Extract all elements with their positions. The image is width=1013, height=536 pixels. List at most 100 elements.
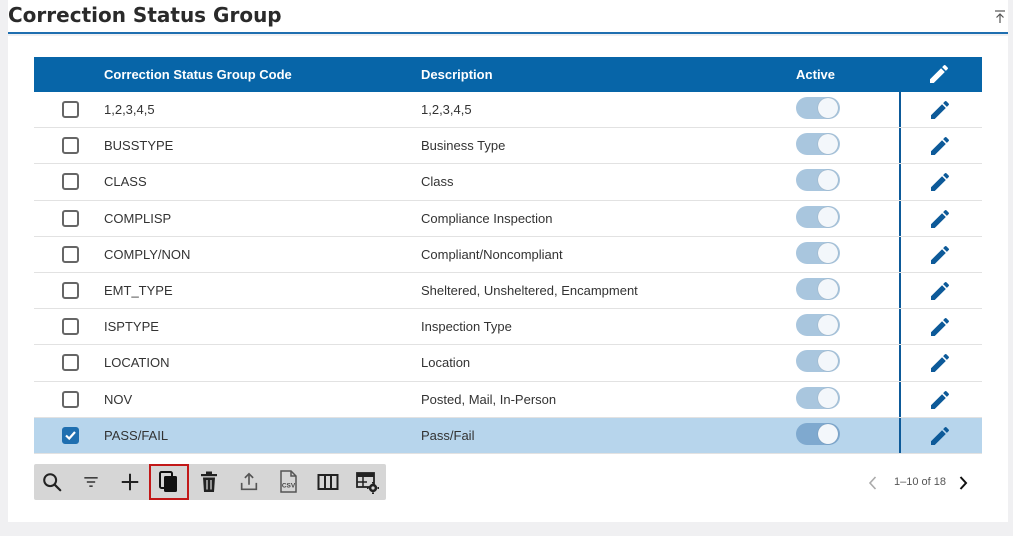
columns-button[interactable] [310,466,346,498]
active-toggle[interactable] [796,422,840,445]
column-divider [899,381,901,417]
row-description: Compliant/Noncompliant [421,246,563,262]
content-panel: Correction Status Group Code Description… [8,36,1008,522]
row-description: Business Type [421,138,506,154]
row-description: 1,2,3,4,5 [421,102,472,117]
row-description: Sheltered, Unsheltered, Encampment [421,282,638,298]
column-header-code[interactable]: Correction Status Group Code [104,67,292,82]
pencil-icon[interactable] [928,279,952,303]
pencil-icon[interactable] [928,243,952,267]
column-divider [899,272,901,309]
row-code: PASS/FAIL [104,427,169,443]
pagination-range: 1–10 of 18 [894,476,946,488]
table-row[interactable]: COMPLY/NON Compliant/Noncompliant [34,236,982,273]
table-row[interactable]: COMPLISP Compliance Inspection [34,200,982,237]
search-button[interactable] [34,466,70,498]
column-divider [899,200,901,236]
chevron-right-icon[interactable] [956,475,970,491]
row-checkbox[interactable] [62,390,79,408]
chevron-left-icon[interactable] [866,475,880,491]
row-checkbox[interactable] [62,209,79,227]
row-description: Compliance Inspection [421,210,553,226]
row-description: Inspection Type [421,319,512,335]
pencil-icon[interactable] [928,207,952,231]
toggle-knob [818,170,838,191]
row-description: Pass/Fail [421,427,475,443]
toggle-knob [818,98,838,118]
csv-icon: CSV [280,470,297,493]
table-row[interactable]: PASS/FAIL Pass/Fail [34,417,982,454]
row-checkbox[interactable] [62,318,79,336]
upload-icon [240,472,258,491]
row-checkbox[interactable] [62,173,79,191]
table-settings-button[interactable] [349,466,385,498]
active-toggle[interactable] [796,386,840,409]
row-code: COMPLISP [104,210,172,226]
columns-icon [317,474,339,490]
toggle-knob [818,315,838,336]
column-divider [899,417,901,453]
copy-icon [159,471,177,492]
page-title: Correction Status Group [8,3,282,27]
add-button[interactable] [112,466,148,498]
row-code: EMT_TYPE [104,282,173,298]
row-code: CLASS [104,174,147,190]
row-checkbox[interactable] [62,426,79,444]
active-toggle[interactable] [796,314,840,337]
table-row[interactable]: EMT_TYPE Sheltered, Unsheltered, Encampme… [34,272,982,310]
export-button[interactable] [231,466,267,498]
active-toggle[interactable] [796,350,840,373]
table-row[interactable]: LOCATION Location [34,345,982,382]
column-divider [899,309,901,345]
csv-icon-label: CSV [282,483,296,490]
column-divider [899,164,901,200]
filter-icon [84,477,98,487]
collapse-top-icon[interactable] [994,10,1006,24]
column-divider [899,128,901,164]
active-toggle[interactable] [796,241,840,264]
trash-icon [201,471,217,492]
active-toggle[interactable] [796,205,840,228]
row-checkbox[interactable] [62,245,79,263]
row-description: Posted, Mail, In-Person [421,391,557,407]
delete-button[interactable] [191,466,227,498]
active-toggle[interactable] [796,133,840,156]
column-divider [899,345,901,381]
toggle-knob [818,423,838,444]
pencil-icon[interactable] [928,170,952,194]
row-code: COMPLY/NON [104,246,191,262]
table-row[interactable]: ISPTYPE Inspection Type [34,309,982,346]
toggle-knob [818,387,838,408]
pencil-icon[interactable] [928,134,952,158]
toggle-knob [818,278,838,299]
status-group-grid: Correction Status Group Code Description… [34,57,982,454]
row-description: Location [421,355,471,371]
pencil-icon[interactable] [928,315,952,339]
page-header: Correction Status Group [8,0,1008,34]
checkmark-icon [65,430,76,440]
row-checkbox[interactable] [62,101,79,118]
pencil-icon[interactable] [928,351,952,375]
row-checkbox[interactable] [62,354,79,372]
pencil-icon[interactable] [928,388,952,412]
column-header-active[interactable]: Active [796,67,835,82]
toggle-knob [818,351,838,372]
table-row[interactable]: 1,2,3,4,5 1,2,3,4,5 [34,92,982,129]
active-toggle[interactable] [796,169,840,192]
active-toggle[interactable] [796,97,840,119]
row-checkbox[interactable] [62,281,79,299]
pencil-icon[interactable] [928,98,952,122]
copy-button[interactable] [149,464,189,500]
pencil-icon[interactable] [928,424,952,448]
column-divider [899,92,901,128]
row-checkbox[interactable] [62,137,79,155]
row-code: ISPTYPE [104,319,159,335]
column-header-description[interactable]: Description [421,67,493,82]
grid-body: 1,2,3,4,5 1,2,3,4,5 BUSSTYPE Business Type C… [34,92,982,454]
table-row[interactable]: NOV Posted, Mail, In-Person [34,381,982,418]
active-toggle[interactable] [796,277,840,300]
table-row[interactable]: CLASS Class [34,164,982,201]
filter-button[interactable] [73,466,109,498]
csv-export-button[interactable]: CSV [270,466,306,498]
table-row[interactable]: BUSSTYPE Business Type [34,128,982,165]
